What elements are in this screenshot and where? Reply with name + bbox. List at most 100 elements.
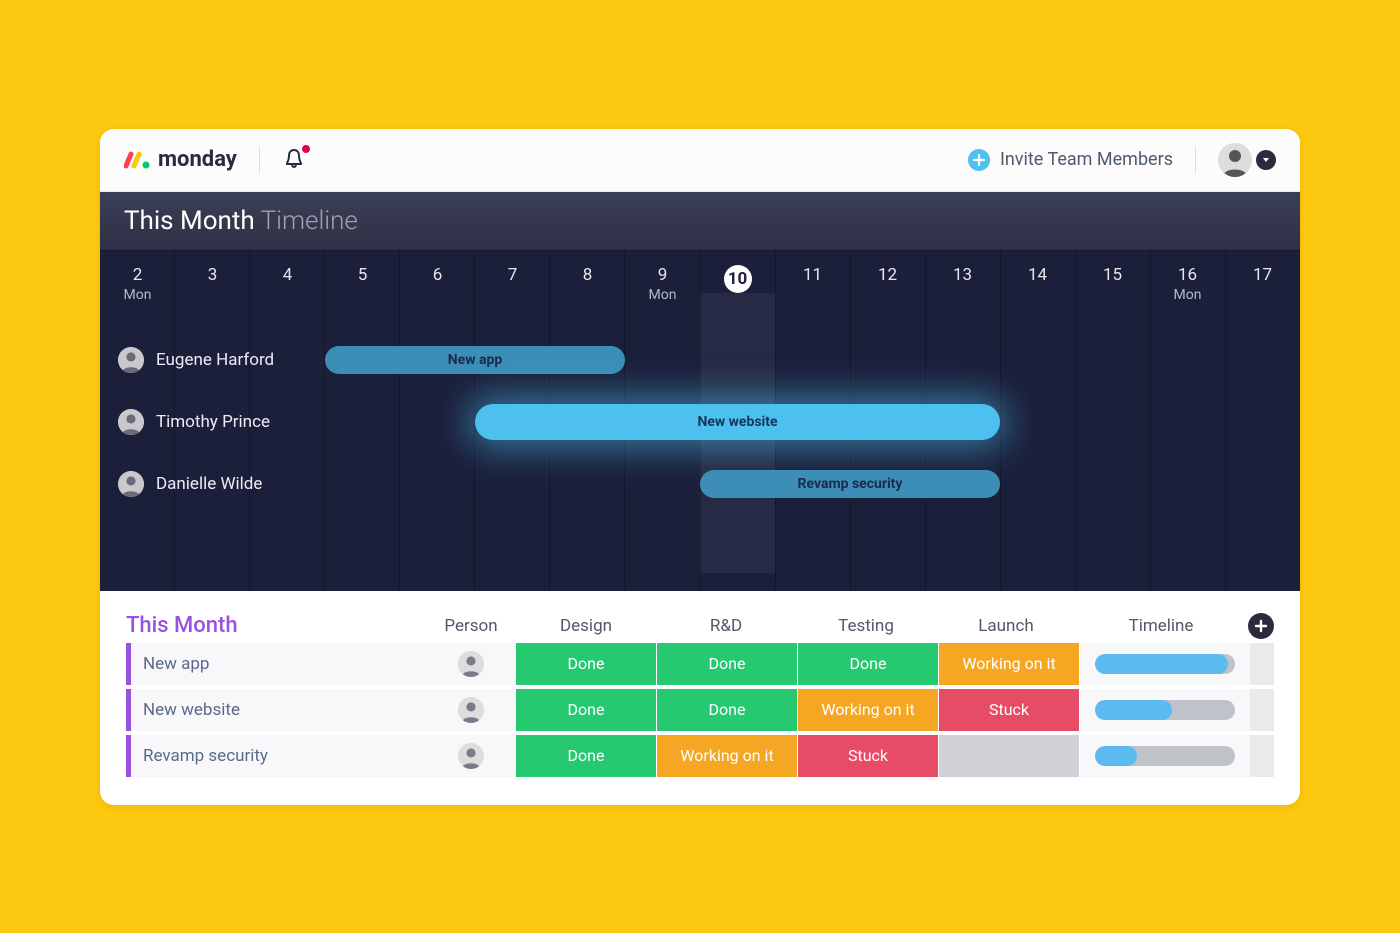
avatar xyxy=(1218,143,1252,177)
date-number: 2 xyxy=(133,265,143,285)
date-cell[interactable]: 9 Mon xyxy=(625,251,700,303)
date-number: 11 xyxy=(803,265,822,285)
titlebar: monday Invite Team Members xyxy=(100,129,1300,192)
status-cell[interactable]: Done xyxy=(798,643,938,685)
date-number: 6 xyxy=(433,265,443,285)
timeline-bar[interactable]: New website xyxy=(475,404,1000,440)
date-cell[interactable]: 11 xyxy=(775,251,850,303)
avatar xyxy=(118,409,144,435)
table-row: New websiteDoneDoneWorking on itStuck xyxy=(126,689,1274,731)
timeline-row: Eugene Harford New app xyxy=(100,329,1300,391)
date-cell[interactable]: 6 xyxy=(400,251,475,303)
timeline-row: Timothy Prince New website xyxy=(100,391,1300,453)
date-dayname: Mon xyxy=(625,287,700,303)
row-end xyxy=(1250,643,1274,685)
timeline-person[interactable]: Eugene Harford xyxy=(100,347,350,373)
avatar xyxy=(118,347,144,373)
status-cell[interactable]: Working on it xyxy=(939,643,1079,685)
board-title[interactable]: This Month xyxy=(126,613,426,638)
person-name: Timothy Prince xyxy=(156,412,270,432)
date-number: 10 xyxy=(724,265,752,293)
date-cell[interactable]: 16Mon xyxy=(1150,251,1225,303)
progress-bar xyxy=(1095,654,1235,674)
item-name[interactable]: Revamp security xyxy=(126,735,426,777)
date-cell[interactable]: 5 xyxy=(325,251,400,303)
date-cell[interactable]: 12 xyxy=(850,251,925,303)
date-number: 12 xyxy=(878,265,897,285)
status-cell[interactable]: Working on it xyxy=(657,735,797,777)
row-end xyxy=(1250,689,1274,731)
progress-bar xyxy=(1095,700,1235,720)
add-column-button[interactable] xyxy=(1248,613,1274,639)
notifications-bell[interactable] xyxy=(282,147,308,173)
date-cell[interactable]: 17 xyxy=(1225,251,1300,303)
column-header-timeline[interactable]: Timeline xyxy=(1076,616,1246,636)
status-cell[interactable]: Done xyxy=(516,735,656,777)
app-logo[interactable]: monday xyxy=(124,147,237,172)
date-cell[interactable]: 7 xyxy=(475,251,550,303)
date-number: 9 xyxy=(658,265,668,285)
timeline-bar[interactable]: New app xyxy=(325,346,625,374)
status-cell[interactable]: Stuck xyxy=(939,689,1079,731)
column-header-person[interactable]: Person xyxy=(426,616,516,636)
person-cell[interactable] xyxy=(426,689,516,731)
status-cell[interactable]: Stuck xyxy=(798,735,938,777)
date-number: 3 xyxy=(208,265,218,285)
user-menu[interactable] xyxy=(1218,143,1276,177)
invite-team-button[interactable]: Invite Team Members xyxy=(968,149,1173,171)
date-dayname: Mon xyxy=(1150,287,1225,303)
notification-dot-icon xyxy=(300,143,312,155)
date-number: 4 xyxy=(283,265,293,285)
item-name[interactable]: New app xyxy=(126,643,426,685)
column-header-design[interactable]: Design xyxy=(516,616,656,636)
date-cell[interactable]: 10 xyxy=(700,251,775,303)
status-cell[interactable]: Done xyxy=(516,689,656,731)
date-number: 17 xyxy=(1253,265,1272,285)
timeline-cell[interactable] xyxy=(1080,689,1250,731)
app-window: monday Invite Team Members This Month xyxy=(100,129,1300,805)
timeline-panel: This Month Timeline 2Mon3456789Mon101112… xyxy=(100,192,1300,591)
date-cell[interactable]: 14 xyxy=(1000,251,1075,303)
date-cell[interactable]: 4 xyxy=(250,251,325,303)
status-cell[interactable]: Done xyxy=(516,643,656,685)
date-number: 13 xyxy=(953,265,972,285)
column-header-rnd[interactable]: R&D xyxy=(656,616,796,636)
invite-label: Invite Team Members xyxy=(1000,149,1173,170)
plus-circle-icon xyxy=(968,149,990,171)
chevron-down-icon xyxy=(1256,150,1276,170)
timeline-rows: Eugene Harford New app Timothy Prince New w… xyxy=(100,329,1300,515)
table-row: Revamp security DoneWorking on itStuck xyxy=(126,735,1274,777)
column-header-testing[interactable]: Testing xyxy=(796,616,936,636)
avatar xyxy=(458,743,484,769)
status-cell[interactable] xyxy=(939,735,1079,777)
progress-bar xyxy=(1095,746,1235,766)
status-cell[interactable]: Done xyxy=(657,689,797,731)
status-cell[interactable]: Working on it xyxy=(798,689,938,731)
board-panel: This Month Person Design R&D Testing Lau… xyxy=(100,591,1300,805)
timeline-bar[interactable]: Revamp security xyxy=(700,470,1000,498)
date-number: 14 xyxy=(1028,265,1047,285)
divider xyxy=(1195,146,1196,174)
date-number: 8 xyxy=(583,265,593,285)
date-number: 15 xyxy=(1103,265,1122,285)
row-end xyxy=(1250,735,1274,777)
timeline-cell[interactable] xyxy=(1080,735,1250,777)
date-cell[interactable]: 2Mon xyxy=(100,251,175,303)
date-cell[interactable]: 13 xyxy=(925,251,1000,303)
timeline-person[interactable]: Danielle Wilde xyxy=(100,471,350,497)
timeline-cell[interactable] xyxy=(1080,643,1250,685)
date-cell[interactable]: 15 xyxy=(1075,251,1150,303)
person-cell[interactable] xyxy=(426,643,516,685)
timeline-grid[interactable]: 2Mon3456789Mon10111213141516Mon17 Eugene… xyxy=(100,251,1300,591)
date-cell[interactable]: 8 xyxy=(550,251,625,303)
item-name[interactable]: New website xyxy=(126,689,426,731)
board-header: This Month Person Design R&D Testing Lau… xyxy=(126,613,1274,639)
person-cell[interactable] xyxy=(426,735,516,777)
column-header-launch[interactable]: Launch xyxy=(936,616,1076,636)
avatar xyxy=(118,471,144,497)
timeline-title-main: This Month xyxy=(124,206,255,236)
status-cell[interactable]: Done xyxy=(657,643,797,685)
timeline-person[interactable]: Timothy Prince xyxy=(100,409,350,435)
date-cell[interactable]: 3 xyxy=(175,251,250,303)
person-name: Eugene Harford xyxy=(156,350,274,370)
